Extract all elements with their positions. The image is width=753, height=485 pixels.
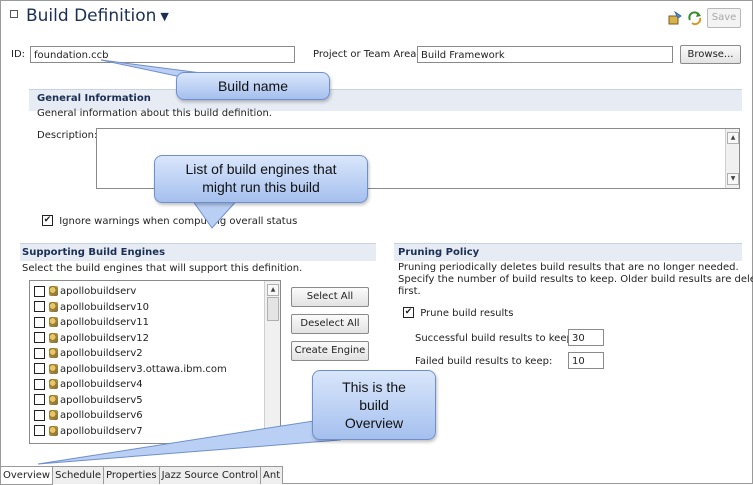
overview-callout-line-1: This is the bbox=[342, 379, 406, 395]
overview-callout-line-3: Overview bbox=[344, 415, 404, 431]
tab-overview[interactable]: Overview bbox=[0, 467, 54, 485]
build-name-callout-text: Build name bbox=[217, 78, 289, 94]
tab-ant[interactable]: Ant bbox=[261, 467, 284, 484]
tab-schedule[interactable]: Schedule bbox=[53, 467, 105, 484]
overview-pointer bbox=[37, 419, 342, 465]
overview-callout-line-2: build bbox=[359, 397, 389, 413]
engines-callout: List of build engines that might run thi… bbox=[154, 155, 368, 203]
overview-callout: This is the build Overview bbox=[312, 370, 436, 440]
tab-jazz-source-control[interactable]: Jazz Source Control bbox=[159, 467, 262, 484]
tab-properties[interactable]: Properties bbox=[104, 467, 160, 484]
engines-callout-line-2: might run this build bbox=[202, 179, 320, 195]
engines-callout-line-1: List of build engines that bbox=[185, 161, 337, 177]
build-name-callout: Build name bbox=[176, 72, 330, 100]
editor-tabs: Overview Schedule Properties Jazz Source… bbox=[0, 466, 284, 485]
